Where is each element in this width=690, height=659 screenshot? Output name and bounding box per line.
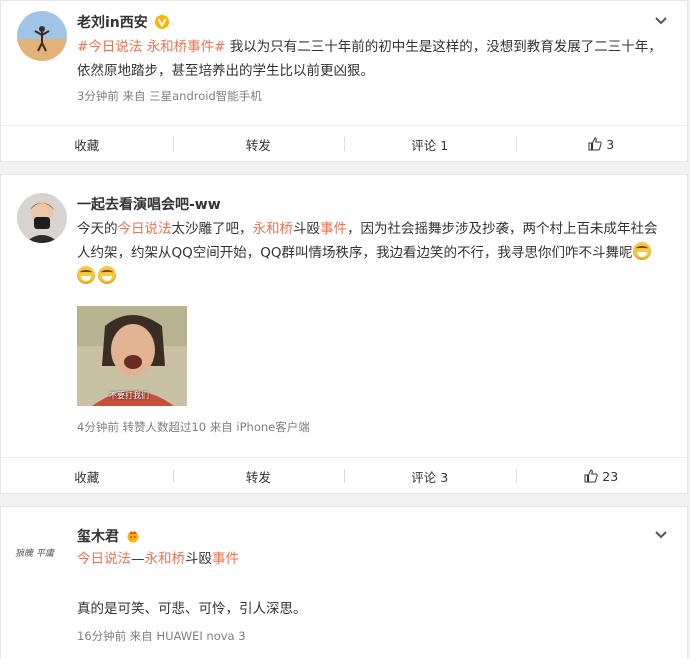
post-card: 一起去看演唱会吧-ww 今天的今日说法太沙雕了吧，永和桥斗殴事件，因为社会摇舞步…	[0, 174, 688, 494]
post-meta: 4分钟前 转赞人数超过10 来自 iPhone客户端	[77, 420, 310, 434]
post-meta: 16分钟前 来自 HUAWEI nova 3	[77, 629, 246, 643]
collect-button[interactable]: 收藏	[1, 126, 173, 162]
post-image[interactable]: 不要打我们	[77, 306, 187, 406]
topic-link[interactable]: 今日说法	[118, 221, 172, 237]
avatar[interactable]: 狼魄 平庸	[15, 527, 71, 577]
action-bar: 收藏 转发 评论 1 3	[1, 125, 687, 162]
avatar[interactable]	[17, 193, 67, 243]
username[interactable]: 玺木君	[77, 526, 140, 546]
topic-link[interactable]: 永和桥	[145, 551, 186, 567]
topic-link[interactable]: #今日说法 永和桥事件#	[77, 39, 225, 55]
username[interactable]: 老刘in西安	[77, 12, 169, 32]
topic-link[interactable]: 事件	[320, 221, 347, 237]
text-segment: —	[131, 551, 145, 567]
username[interactable]: 一起去看演唱会吧-ww	[77, 194, 221, 214]
text-segment: 斗殴	[293, 221, 320, 237]
post-card: 狼魄 平庸 玺木君 今日说法—永和桥斗殴事件 真的是可笑、可悲、可怜，引人深思。…	[0, 506, 688, 659]
topic-link[interactable]: 事件	[212, 551, 239, 567]
topic-link[interactable]: 永和桥	[253, 221, 294, 237]
chevron-down-icon[interactable]	[653, 13, 669, 29]
post-text: #今日说法 永和桥事件# 我以为只有二三十年前的初中生是这样的，没想到教育发展了…	[77, 35, 667, 83]
topic-link[interactable]: 今日说法	[77, 551, 131, 567]
laughing-emoji-icon	[77, 266, 95, 284]
post-text: 真的是可笑、可悲、可怜，引人深思。	[77, 601, 307, 617]
laughing-emoji-icon	[632, 242, 651, 260]
avatar[interactable]	[17, 11, 67, 61]
chevron-down-icon[interactable]	[653, 527, 669, 543]
like-button[interactable]: 3	[515, 126, 688, 162]
repost-button[interactable]: 转发	[172, 126, 345, 162]
crown-badge-icon	[127, 531, 139, 543]
text-segment: 太沙雕了吧，	[171, 221, 253, 237]
avatar-handwriting: 狼魄 平庸	[15, 549, 54, 559]
collect-button[interactable]: 收藏	[1, 458, 173, 494]
thumbs-up-icon	[588, 137, 602, 151]
text-segment: 斗殴	[185, 551, 212, 567]
username-text[interactable]: 老刘in西安	[77, 15, 148, 31]
like-button[interactable]: 23	[515, 458, 688, 494]
username-text[interactable]: 玺木君	[77, 529, 119, 545]
comment-button[interactable]: 评论 1	[344, 126, 516, 162]
comment-button[interactable]: 评论 3	[344, 458, 516, 494]
post-meta: 3分钟前 来自 三星android智能手机	[77, 89, 262, 103]
post-text: 今天的今日说法太沙雕了吧，永和桥斗殴事件，因为社会摇舞步涉及抄袭，两个村上百未成…	[77, 217, 667, 289]
thumbs-up-icon	[584, 469, 598, 483]
post-card: 老刘in西安 #今日说法 永和桥事件# 我以为只有二三十年前的初中生是这样的，没…	[0, 0, 688, 162]
action-bar: 收藏 转发 评论 3 23	[1, 457, 687, 494]
laughing-emoji-icon	[98, 266, 116, 284]
image-caption: 不要打我们	[109, 391, 149, 400]
text-segment: 今天的	[77, 221, 118, 237]
topic-line: 今日说法—永和桥斗殴事件	[77, 547, 667, 571]
repost-button[interactable]: 转发	[172, 458, 345, 494]
verified-badge-icon	[154, 15, 169, 29]
